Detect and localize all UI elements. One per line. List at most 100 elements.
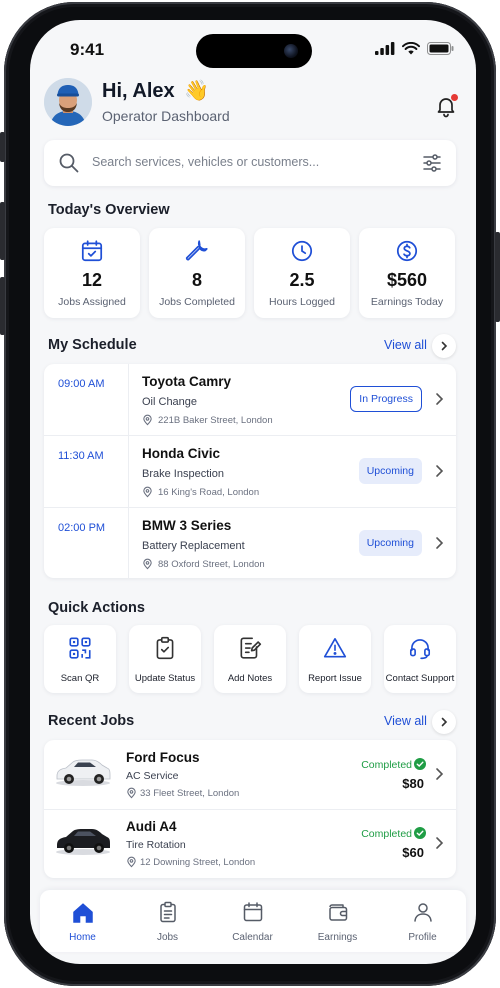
nav-label: Jobs — [156, 932, 179, 943]
bottom-nav: Home Jobs Calendar Earnings Profile — [40, 890, 466, 952]
filter-icon[interactable] — [422, 153, 442, 173]
dashboard-subtitle: Operator Dashboard — [102, 108, 230, 124]
qr-code-icon — [69, 637, 91, 659]
wifi-icon — [402, 42, 420, 55]
divider — [128, 436, 129, 507]
quick-action-label: Update Status — [134, 673, 196, 684]
nav-label: Calendar — [232, 932, 273, 943]
chevron-right-icon[interactable] — [434, 536, 444, 550]
calendar-check-icon — [81, 240, 103, 262]
clipboard-check-icon — [156, 636, 174, 660]
schedule-address: 221B Baker Street, London — [158, 415, 273, 426]
recent-jobs-view-all-link[interactable]: View all — [384, 714, 427, 728]
car-image — [56, 759, 111, 786]
job-service: AC Service — [126, 770, 179, 782]
quick-action-report-issue[interactable]: Report Issue — [299, 625, 371, 693]
overview-label: Jobs Completed — [159, 296, 235, 308]
divider — [128, 508, 129, 579]
overview-value: 8 — [191, 270, 202, 290]
camera-icon — [284, 44, 298, 58]
wrench-icon — [185, 240, 208, 261]
schedule-time: 11:30 AM — [58, 450, 104, 462]
job-address: 12 Downing Street, London — [140, 857, 256, 868]
job-service: Tire Rotation — [126, 839, 186, 851]
overview-card-hours-logged[interactable]: 2.5 Hours Logged — [254, 228, 350, 318]
job-item[interactable]: Audi A4 Tire Rotation 12 Downing Street,… — [44, 809, 456, 878]
schedule-item[interactable]: 02:00 PM BMW 3 Series Battery Replacemen… — [44, 508, 456, 579]
avatar-photo — [44, 78, 92, 126]
person-icon — [413, 903, 432, 922]
quick-actions-title: Quick Actions — [48, 600, 145, 616]
schedule-service: Oil Change — [142, 396, 198, 408]
schedule-title: My Schedule — [48, 337, 137, 353]
quick-action-contact-support[interactable]: Contact Support — [384, 625, 456, 693]
nav-label: Home — [69, 932, 96, 943]
overview-card-jobs-assigned[interactable]: 12 Jobs Assigned — [44, 228, 140, 318]
schedule-vehicle: Honda Civic — [142, 446, 221, 461]
recent-jobs-list: Ford Focus AC Service 33 Fleet Street, L… — [44, 740, 456, 878]
check-circle-icon — [414, 758, 426, 770]
chevron-right-icon[interactable] — [434, 767, 444, 781]
notification-dot — [451, 94, 458, 101]
nav-item-profile[interactable]: Profile — [380, 890, 465, 952]
status-badge: In Progress — [350, 386, 422, 412]
check-circle-icon — [414, 827, 426, 839]
job-status: Completed — [361, 759, 412, 771]
chevron-right-icon[interactable] — [434, 392, 444, 406]
search-input[interactable]: Search services, vehicles or customers..… — [92, 155, 319, 169]
nav-item-calendar[interactable]: Calendar — [210, 890, 295, 952]
nav-item-home[interactable]: Home — [40, 890, 125, 952]
chevron-right-icon — [441, 341, 448, 351]
chevron-right-icon[interactable] — [434, 836, 444, 850]
overview-label: Earnings Today — [370, 296, 444, 308]
schedule-time: 02:00 PM — [58, 522, 106, 534]
overview-card-earnings-today[interactable]: $560 Earnings Today — [359, 228, 455, 318]
overview-label: Jobs Assigned — [58, 296, 126, 308]
schedule-view-all-link[interactable]: View all — [384, 338, 427, 352]
location-pin-icon — [127, 787, 136, 799]
app-screen: 9:41 Hi, Alex 👋 Operator Dashboard Searc… — [30, 20, 476, 964]
chevron-right-icon[interactable] — [434, 464, 444, 478]
schedule-item[interactable]: 11:30 AM Honda Civic Brake Inspection 16… — [44, 436, 456, 507]
nav-item-earnings[interactable]: Earnings — [295, 890, 380, 952]
job-vehicle: Audi A4 — [126, 819, 177, 834]
location-pin-icon — [143, 486, 152, 498]
quick-action-label: Report Issue — [308, 673, 362, 684]
search-bar[interactable]: Search services, vehicles or customers..… — [44, 140, 456, 186]
quick-action-add-notes[interactable]: Add Notes — [214, 625, 286, 693]
schedule-address: 88 Oxford Street, London — [158, 559, 265, 570]
schedule-item[interactable]: 09:00 AM Toyota Camry Oil Change 221B Ba… — [44, 364, 456, 435]
location-pin-icon — [127, 856, 136, 868]
nav-label: Earnings — [317, 932, 358, 943]
clock-icon — [291, 240, 313, 262]
calendar-icon — [243, 902, 262, 922]
wallet-icon — [328, 904, 347, 921]
job-price: $60 — [402, 845, 424, 860]
schedule-service: Brake Inspection — [142, 468, 224, 480]
avatar[interactable] — [44, 78, 92, 126]
job-address: 33 Fleet Street, London — [140, 788, 240, 799]
schedule-vehicle: Toyota Camry — [142, 374, 232, 389]
schedule-service: Battery Replacement — [142, 540, 245, 552]
home-icon — [72, 903, 93, 923]
schedule-next-button[interactable] — [432, 334, 456, 358]
overview-card-jobs-completed[interactable]: 8 Jobs Completed — [149, 228, 245, 318]
job-item[interactable]: Ford Focus AC Service 33 Fleet Street, L… — [44, 740, 456, 809]
status-icons — [375, 42, 454, 55]
status-badge: Upcoming — [358, 530, 422, 556]
quick-action-scan-qr[interactable]: Scan QR — [44, 625, 116, 693]
warning-icon — [323, 637, 347, 658]
nav-label: Profile — [408, 932, 437, 943]
dynamic-island — [196, 34, 312, 68]
job-status: Completed — [361, 828, 412, 840]
quick-action-update-status[interactable]: Update Status — [129, 625, 201, 693]
edit-note-icon — [240, 637, 262, 659]
side-button — [495, 232, 500, 322]
signal-icon — [375, 42, 395, 55]
battery-icon — [427, 42, 454, 55]
chevron-right-icon — [441, 717, 448, 727]
recent-jobs-next-button[interactable] — [432, 710, 456, 734]
job-price: $80 — [402, 776, 424, 791]
nav-item-jobs[interactable]: Jobs — [125, 890, 210, 952]
phone-frame: 9:41 Hi, Alex 👋 Operator Dashboard Searc… — [0, 2, 500, 986]
